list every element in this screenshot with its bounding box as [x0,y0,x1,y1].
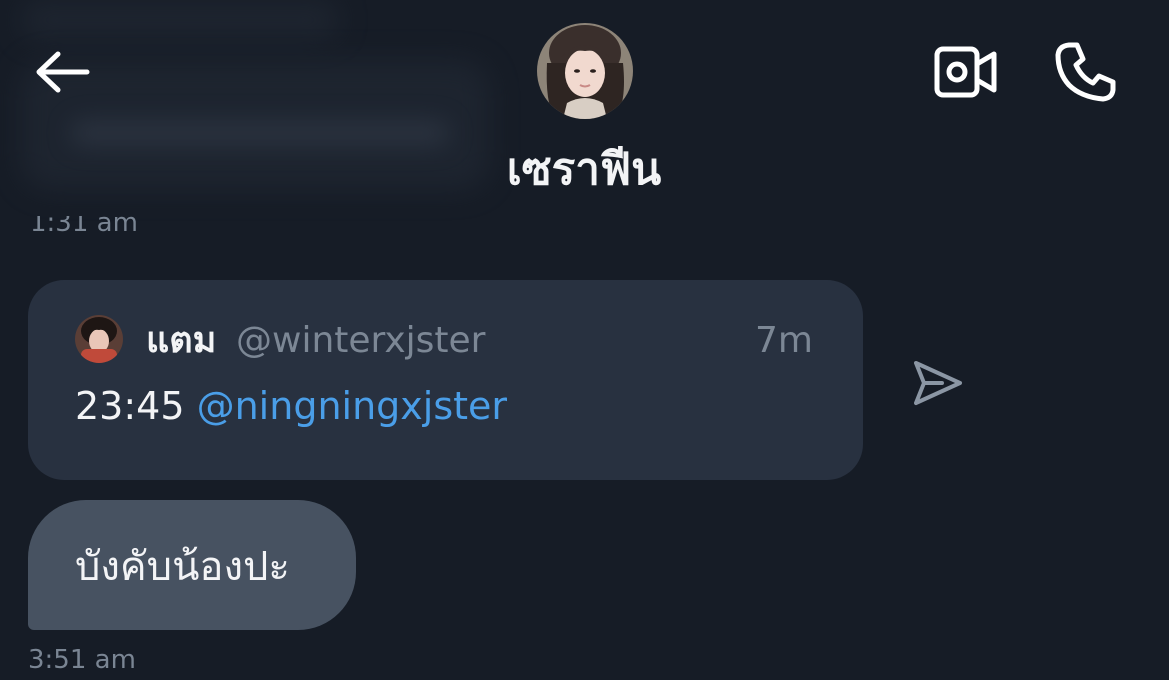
share-tweet-button[interactable] [900,345,976,421]
tweet-age: 7m [755,320,813,361]
message-text: บังคับน้องปะ [75,544,290,590]
message-bubble[interactable]: บังคับน้องปะ [28,500,356,630]
tweet-author-avatar[interactable] [75,315,123,363]
voice-call-button[interactable] [1044,30,1128,114]
tweet-author-name[interactable]: แตม [146,318,216,364]
earlier-message-timestamp: 1:31 am [30,208,138,238]
blurred-previous-content [20,0,340,40]
contact-avatar-image [537,23,633,119]
dm-conversation-screen: เซราฟีน 1:31 am แตม @winterxjster 7m 23: [0,0,1169,680]
contact-name[interactable]: เซราฟีน [384,140,784,200]
tweet-author-handle: @winterxjster [236,320,486,361]
arrow-left-icon [36,51,90,93]
tweet-text: 23:45 @ningningxjster [75,382,507,430]
back-button[interactable] [24,36,100,108]
message-timestamp: 3:51 am [28,645,136,675]
send-arrow-icon [914,361,962,405]
video-call-button[interactable] [922,36,1010,108]
phone-icon [1055,42,1116,102]
video-camera-icon [934,46,997,98]
tweet-text-body: 23:45 [75,384,197,428]
tweet-author-avatar-image [75,315,123,363]
contact-avatar[interactable] [537,23,633,119]
shared-tweet-card[interactable]: แตม @winterxjster 7m 23:45 @ningningxjst… [28,280,863,480]
tweet-mention-link[interactable]: @ningningxjster [197,384,507,428]
